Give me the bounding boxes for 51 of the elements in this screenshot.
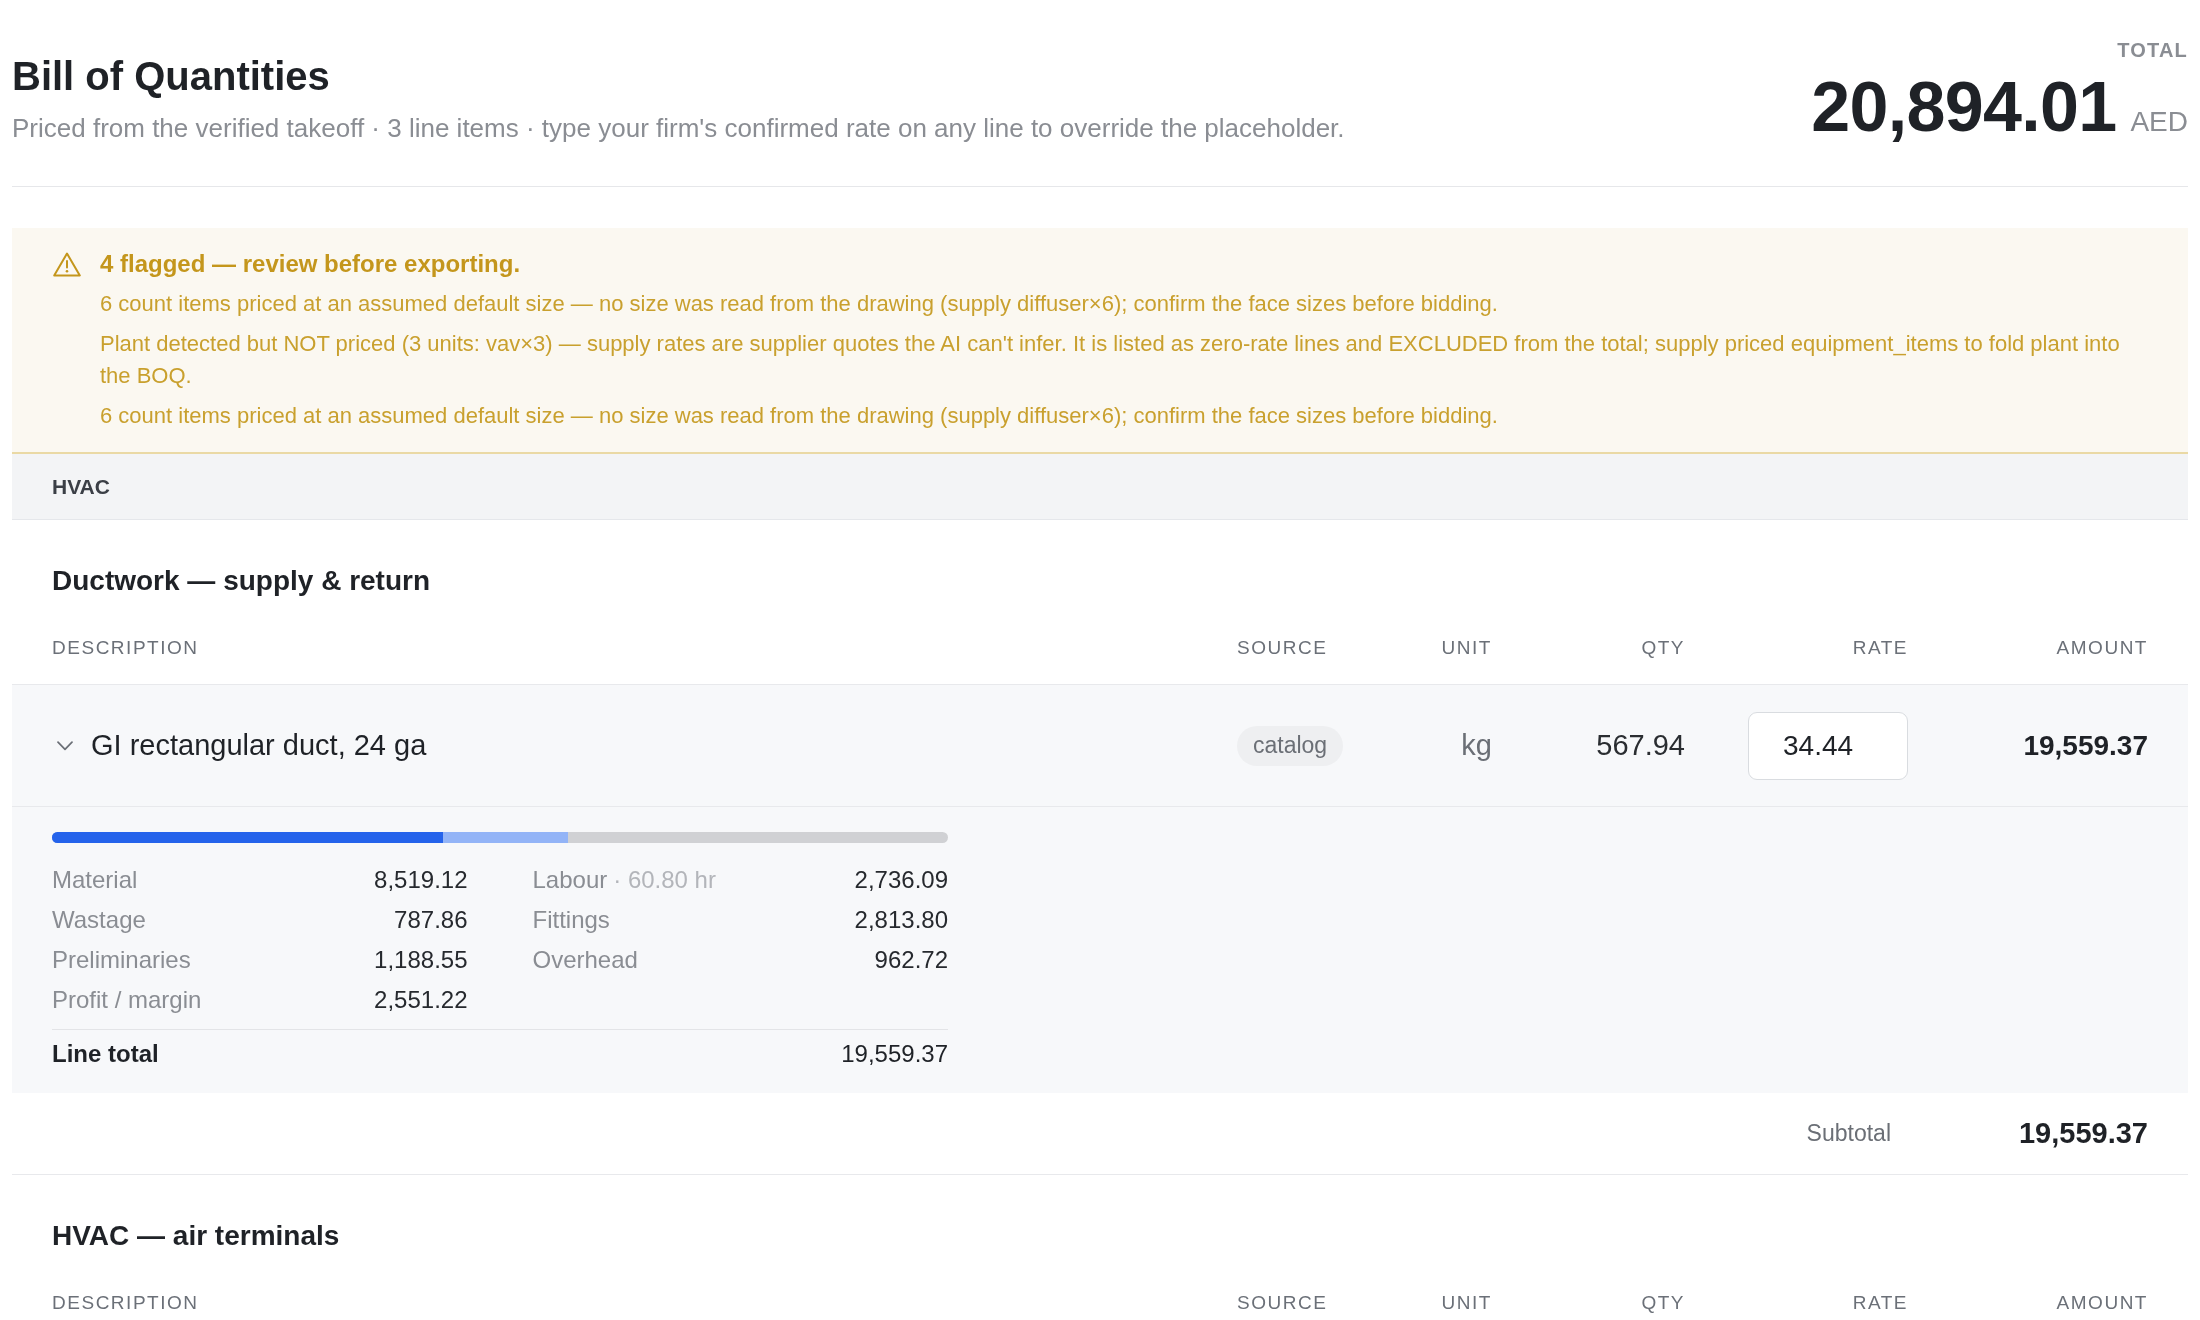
column-header: UNIT <box>1441 1291 1492 1315</box>
subtotal-value: 19,559.37 <box>2019 1115 2148 1151</box>
column-header: DESCRIPTION <box>52 636 199 660</box>
column-header: QTY <box>1641 1291 1685 1315</box>
total-amount: 20,894.01 <box>1811 70 2117 144</box>
column-header: AMOUNT <box>2056 636 2148 660</box>
line-total-value: 19,559.37 <box>841 1039 948 1069</box>
warning-message: 6 count items priced at an assumed default size — no size was read from the drawing (supply diffuser×6); confirm the face sizes before bidding. <box>100 290 1499 318</box>
warning-title: 4 flagged — review before exporting. <box>100 249 521 279</box>
source-badge: catalog <box>1237 725 1344 766</box>
cost-value: 787.86 <box>394 905 468 935</box>
currency-label: AED <box>2130 105 2188 139</box>
cost-value: 962.72 <box>874 945 948 975</box>
page-title: Bill of Quantities <box>12 53 330 100</box>
line-item-description: GI rectangular duct, 24 ga <box>91 727 427 763</box>
rate-input[interactable]: 34.44 <box>1748 711 1908 780</box>
cost-value: 1,188.55 <box>374 945 468 975</box>
section-title: Ductwork — supply & return <box>52 564 431 598</box>
warning-message: 6 count items priced at an assumed default size — no size was read from the drawing (supply diffuser×6); confirm the face sizes before bidding. <box>100 402 1499 430</box>
column-header: SOURCE <box>1237 1291 1328 1315</box>
section-title: HVAC — air terminals <box>52 1219 340 1253</box>
cost-label: Fittings <box>532 905 610 935</box>
amount-cell-text: 19,559.37 <box>2023 728 2148 763</box>
warning-message: Plant detected but NOT priced (3 units: vav×3) — supply rates are supplier quotes the AI can't infer. It is listed as zero-rate lines and EXCLUDED from the total; supply priced equipment_items to fold plant into the BOQ. <box>100 330 2121 390</box>
total-label: TOTAL <box>2117 38 2188 62</box>
cost-label: Profit / margin <box>52 985 202 1015</box>
column-header: QTY <box>1641 636 1685 660</box>
unit-cell-text: kg <box>1461 727 1492 763</box>
cost-label: Overhead <box>532 945 638 975</box>
line-total-label: Line total <box>52 1039 159 1069</box>
cost-note: · 60.80 hr <box>613 865 716 895</box>
column-header: DESCRIPTION <box>52 1291 199 1315</box>
cost-value: 2,736.09 <box>854 865 948 895</box>
trade-heading: HVAC <box>52 473 110 500</box>
cost-label: Material <box>52 865 138 895</box>
cost-label: Wastage <box>52 905 146 935</box>
page-subtitle: Priced from the verified takeoff · 3 line items · type your firm's confirmed rate on any line to override the placeholder. <box>12 112 1345 144</box>
column-header: SOURCE <box>1237 636 1328 660</box>
column-header: RATE <box>1852 1291 1908 1315</box>
column-header: RATE <box>1852 636 1908 660</box>
cost-value: 2,813.80 <box>854 905 948 935</box>
cost-value: 2,551.22 <box>374 985 468 1015</box>
qty-cell-text: 567.94 <box>1596 727 1685 763</box>
warning-icon <box>53 252 81 277</box>
chevron-down-icon[interactable] <box>57 740 73 751</box>
column-header: AMOUNT <box>2056 1291 2148 1315</box>
subtotal-label: Subtotal <box>1806 1119 1891 1149</box>
cost-label: Labour <box>532 865 608 895</box>
column-header: UNIT <box>1441 636 1492 660</box>
cost-value: 8,519.12 <box>374 865 468 895</box>
cost-label: Preliminaries <box>52 945 191 975</box>
